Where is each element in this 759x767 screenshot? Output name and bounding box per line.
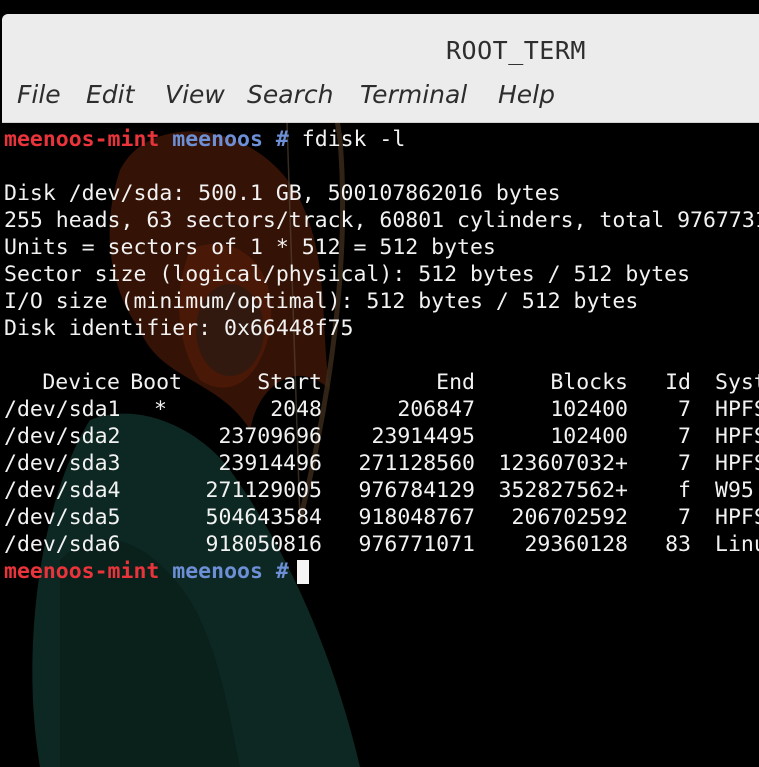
table-cell-blocks: 123607032+: [498, 451, 628, 476]
table-cell-id: 7: [678, 424, 691, 449]
table-cell-id: f: [678, 478, 691, 503]
table-cell-blocks: 352827562+: [498, 478, 628, 503]
table-cell-system: HPFS/NTFS/exFAT: [715, 505, 759, 530]
prompt-user: meenoos: [172, 559, 263, 584]
top-strip: [0, 0, 759, 14]
table-cell-id: 7: [678, 505, 691, 530]
table-header-blocks: Blocks: [550, 370, 628, 395]
table-cell-system: HPFS/NTFS/exFAT: [715, 451, 759, 476]
table-cell-blocks: 206702592: [511, 505, 629, 530]
menu-bar: File Edit View Search Terminal Help: [2, 68, 759, 123]
disk-info-line: Disk /dev/sda: 500.1 GB, 500107862016 by…: [4, 181, 561, 206]
menu-terminal[interactable]: Terminal: [360, 80, 467, 109]
window-titlebar[interactable]: ROOT_TERM: [2, 14, 759, 69]
table-cell-device: /dev/sda4: [4, 478, 121, 503]
table-cell-end: 23914495: [371, 424, 475, 449]
table-cell-start: 2048: [270, 397, 322, 422]
table-cell-end: 206847: [397, 397, 475, 422]
window-title: ROOT_TERM: [446, 36, 586, 65]
table-cell-end: 918048767: [358, 505, 476, 530]
prompt-user: meenoos: [172, 127, 263, 152]
prompt-symbol: #: [275, 127, 289, 152]
table-cell-start: 504643584: [205, 505, 323, 530]
table-cell-system: W95 Ext'd (LBA): [715, 478, 754, 503]
table-cell-device: /dev/sda2: [4, 424, 121, 449]
table-cell-id: 7: [678, 397, 691, 422]
table-header-boot: Boot: [130, 370, 182, 395]
menu-help[interactable]: Help: [498, 80, 555, 109]
table-cell-device: /dev/sda6: [4, 532, 121, 557]
table-cell-start: 23709696: [218, 424, 322, 449]
menu-file[interactable]: File: [17, 80, 61, 109]
table-cell-start: 918050816: [205, 532, 323, 557]
table-header-end: End: [436, 370, 475, 395]
disk-info-line: Units = sectors of 1 * 512 = 512 bytes: [4, 235, 496, 260]
disk-info-line: I/O size (minimum/optimal): 512 bytes / …: [4, 289, 639, 314]
table-header-device: Device: [42, 370, 120, 395]
table-cell-device: /dev/sda3: [4, 451, 121, 476]
table-header-start: Start: [257, 370, 322, 395]
menu-view[interactable]: View: [165, 80, 225, 109]
disk-info-line: Disk identifier: 0x66448f75: [4, 316, 354, 341]
table-cell-blocks: 102400: [550, 397, 628, 422]
table-header-system: System: [715, 370, 759, 395]
menu-edit[interactable]: Edit: [86, 80, 134, 109]
disk-info-line: Sector size (logical/physical): 512 byte…: [4, 262, 691, 287]
table-cell-boot: *: [154, 397, 167, 422]
terminal-cursor: [297, 560, 309, 584]
table-cell-device: /dev/sda1: [4, 397, 121, 422]
terminal-output[interactable]: meenoos-mint meenoos # fdisk -l Disk /de…: [2, 123, 759, 767]
prompt-line: meenoos-mint meenoos #: [4, 558, 289, 585]
command-line: meenoos-mint meenoos # fdisk -l: [4, 126, 405, 153]
table-cell-start: 23914496: [218, 451, 322, 476]
disk-info-line: 255 heads, 63 sectors/track, 60801 cylin…: [4, 208, 759, 233]
table-cell-id: 7: [678, 451, 691, 476]
table-cell-system: HPFS/NTFS/exFAT: [715, 397, 759, 422]
table-cell-start: 271129005: [205, 478, 323, 503]
prompt-symbol: #: [275, 559, 289, 584]
table-cell-system: Linux: [715, 532, 759, 557]
table-cell-blocks: 29360128: [524, 532, 628, 557]
table-cell-blocks: 102400: [550, 424, 628, 449]
table-cell-end: 271128560: [358, 451, 476, 476]
prompt-host: meenoos-mint: [4, 127, 160, 152]
table-cell-device: /dev/sda5: [4, 505, 121, 530]
menu-search[interactable]: Search: [247, 80, 333, 109]
prompt-host: meenoos-mint: [4, 559, 160, 584]
table-header-id: Id: [665, 370, 691, 395]
table-cell-system: HPFS/NTFS/exFAT: [715, 424, 759, 449]
table-cell-id: 83: [665, 532, 691, 557]
command-text: fdisk -l: [301, 127, 406, 152]
table-cell-end: 976784129: [358, 478, 476, 503]
table-cell-end: 976771071: [358, 532, 476, 557]
